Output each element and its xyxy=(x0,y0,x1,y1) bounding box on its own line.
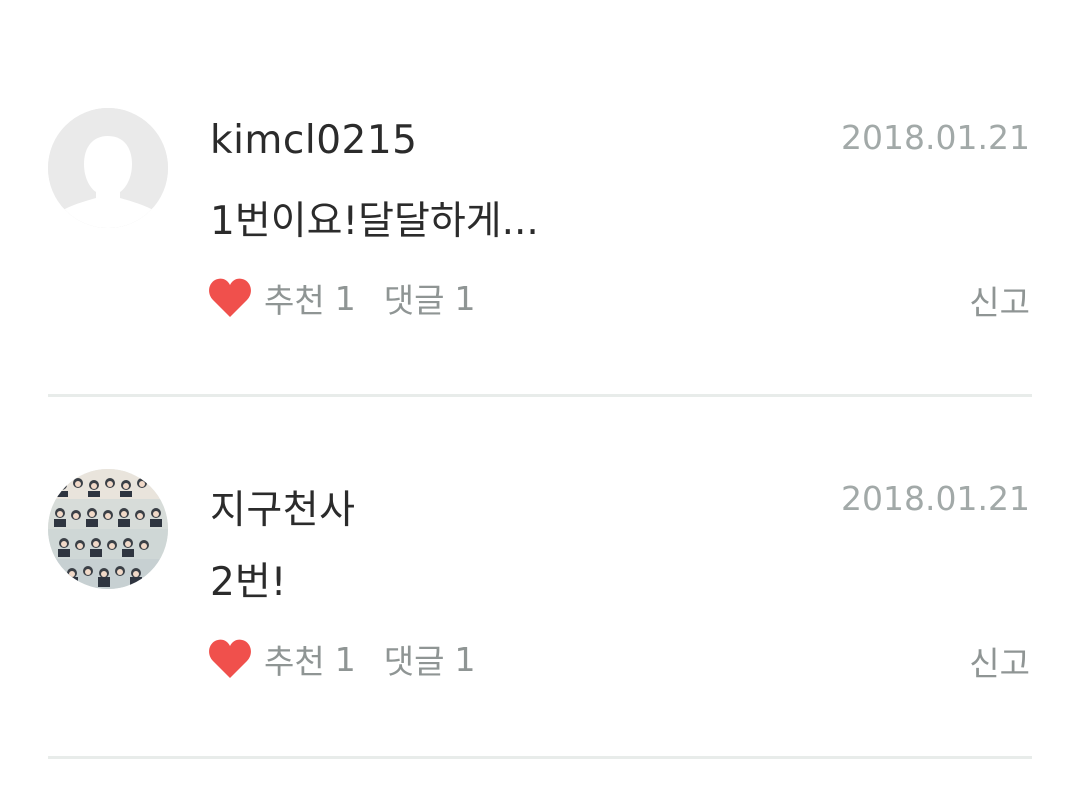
avatar[interactable] xyxy=(48,108,168,228)
comment-item: 지구천사 2018.01.21 2번! 추천 1 댓글 1 신고 xyxy=(48,397,1032,759)
username[interactable]: kimcl0215 xyxy=(210,118,417,163)
reply-label[interactable]: 댓글 xyxy=(384,635,445,683)
heart-icon[interactable] xyxy=(208,277,252,319)
reply-count: 1 xyxy=(454,278,476,318)
comment-item: kimcl0215 2018.01.21 1번이요!달달하게... 추천 1 댓… xyxy=(48,0,1032,397)
group-photo-avatar-icon xyxy=(48,469,168,589)
avatar[interactable] xyxy=(48,469,168,589)
report-button[interactable]: 신고 xyxy=(969,637,1030,685)
comment-actions: 추천 1 댓글 1 xyxy=(208,276,475,320)
comment-list: kimcl0215 2018.01.21 1번이요!달달하게... 추천 1 댓… xyxy=(48,0,1032,759)
like-count: 1 xyxy=(334,278,356,318)
comment-text: 1번이요!달달하게... xyxy=(210,199,539,244)
like-count: 1 xyxy=(334,639,356,679)
reply-label[interactable]: 댓글 xyxy=(384,274,445,322)
divider xyxy=(48,756,1032,759)
reply-count: 1 xyxy=(454,639,476,679)
like-label[interactable]: 추천 xyxy=(264,635,325,683)
default-avatar-icon xyxy=(48,108,168,228)
comment-date: 2018.01.21 xyxy=(841,118,1030,157)
like-label[interactable]: 추천 xyxy=(264,274,325,322)
username[interactable]: 지구천사 xyxy=(210,479,356,535)
heart-icon[interactable] xyxy=(208,638,252,680)
comment-text: 2번! xyxy=(210,560,287,605)
comment-actions: 추천 1 댓글 1 xyxy=(208,637,475,681)
report-button[interactable]: 신고 xyxy=(969,276,1030,324)
comment-date: 2018.01.21 xyxy=(841,479,1030,518)
